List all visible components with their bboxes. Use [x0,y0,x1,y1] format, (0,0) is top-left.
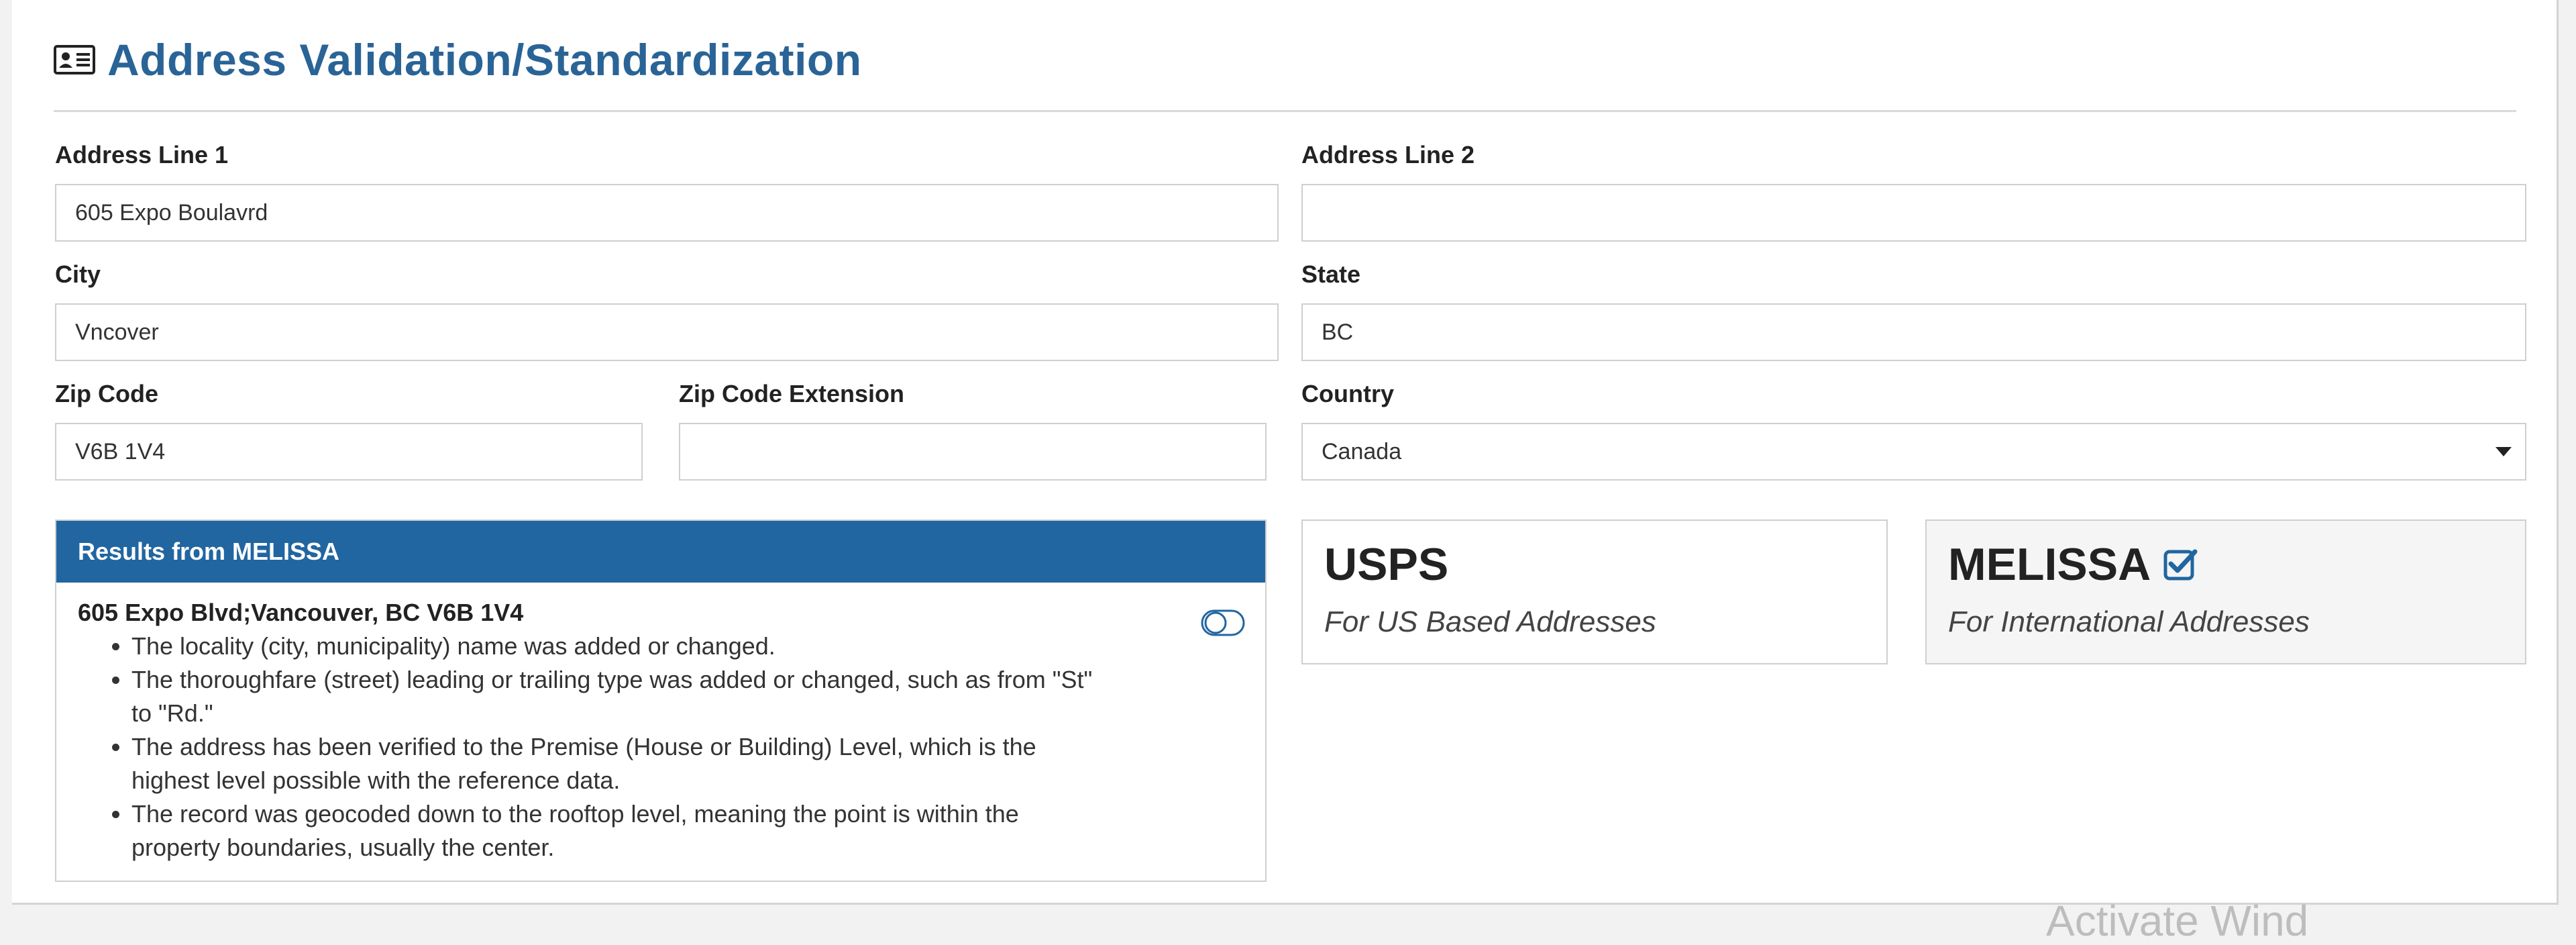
address-card-icon [54,45,95,74]
provider-name-usps: USPS [1324,539,1449,590]
zip-extension-label: Zip Code Extension [679,380,905,407]
provider-name-melissa: MELISSA [1948,539,2151,590]
results-messages-list: The locality (city, municipality) name w… [78,630,1097,864]
standardized-address: 605 Expo Blvd;Vancouver, BC V6B 1V4 [78,599,524,626]
activate-windows-watermark: Activate Wind [2046,897,2309,945]
country-label: Country [1301,380,1394,407]
address-line-1-label: Address Line 1 [55,141,229,168]
title-divider [54,110,2516,112]
results-message: The thoroughfare (street) leading or tra… [131,663,1097,730]
zip-code-label: Zip Code [55,380,158,407]
city-label: City [55,260,101,288]
provider-card-usps[interactable]: USPS For US Based Addresses [1301,519,1888,664]
address-line-2-input[interactable] [1301,184,2526,242]
results-message: The address has been verified to the Pre… [131,730,1097,797]
provider-desc-melissa: For International Addresses [1948,605,2310,638]
city-input[interactable]: Vncover [55,303,1279,361]
results-message: The locality (city, municipality) name w… [131,630,1097,663]
country-select[interactable]: Canada [1301,423,2526,481]
results-header: Results from MELISSA [56,521,1265,583]
address-line-2-label: Address Line 2 [1301,141,1475,168]
checkbox-checked-icon [2163,549,2198,581]
zip-code-input[interactable]: V6B 1V4 [55,423,643,481]
provider-name-row-melissa: MELISSA [1948,536,2504,593]
provider-desc-usps: For US Based Addresses [1324,605,1656,638]
toggle-icon[interactable] [1201,609,1245,636]
state-input[interactable]: BC [1301,303,2526,361]
results-panel: Results from MELISSA 605 Expo Blvd;Vanco… [55,519,1267,882]
results-body: 605 Expo Blvd;Vancouver, BC V6B 1V4 The … [56,583,1265,864]
address-validation-panel: Address Validation/Standardization Addre… [12,0,2559,905]
address-line-1-input[interactable]: 605 Expo Boulavrd [55,184,1279,242]
state-label: State [1301,260,1361,288]
chevron-down-icon [2496,447,2512,456]
results-message: The record was geocoded down to the roof… [131,797,1097,864]
country-selected-value: Canada [1322,438,1402,464]
page-header: Address Validation/Standardization [54,30,862,90]
zip-extension-input[interactable] [679,423,1267,481]
provider-card-melissa[interactable]: MELISSA For International Addresses [1925,519,2526,664]
page-title: Address Validation/Standardization [107,35,862,85]
